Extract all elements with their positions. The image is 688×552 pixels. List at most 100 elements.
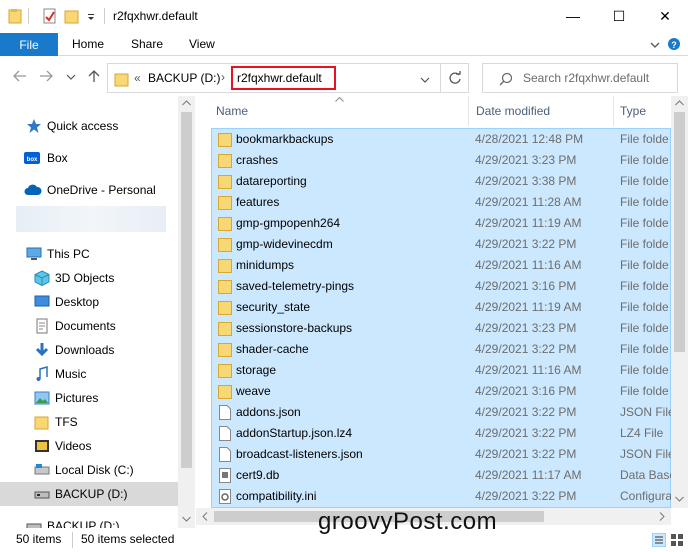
file-name: cert9.db [236, 468, 280, 482]
recent-locations-icon[interactable] [66, 72, 76, 82]
file-row[interactable]: features 4/29/2021 11:28 AM File folde [211, 192, 671, 213]
minimize-icon: — [566, 8, 580, 24]
nav-label: Videos [55, 439, 92, 453]
scroll-down-icon[interactable] [182, 516, 191, 522]
folder-icon [218, 259, 232, 273]
nav-scroll-thumb[interactable] [181, 112, 192, 468]
nav-label: Quick access [47, 119, 119, 133]
file-type: File folde [620, 300, 669, 314]
nav-item-music[interactable]: Music [0, 362, 178, 386]
file-row[interactable]: crashes 4/29/2021 3:23 PM File folde [211, 150, 671, 171]
star-icon [27, 119, 41, 133]
file-row[interactable]: shader-cache 4/29/2021 3:22 PM File folde [211, 339, 671, 360]
breadcrumb-drive[interactable]: BACKUP (D:) [148, 71, 220, 85]
minimize-button[interactable]: — [550, 0, 596, 32]
file-row[interactable]: sessionstore-backups 4/29/2021 3:23 PM Fil… [211, 318, 671, 339]
nav-label: 3D Objects [55, 271, 115, 285]
content-scroll-thumb[interactable] [674, 112, 685, 352]
scroll-left-icon[interactable] [202, 512, 208, 521]
file-row[interactable]: compatibility.ini 4/29/2021 3:22 PM Config… [211, 486, 671, 507]
file-row[interactable]: addons.json 4/29/2021 3:22 PM JSON File [211, 402, 671, 423]
file-type: File folde [620, 342, 669, 356]
nav-item-documents[interactable]: Documents [0, 314, 178, 338]
qat-dropdown-icon[interactable] [86, 8, 96, 24]
nav-item-quick-access[interactable]: Quick access [0, 114, 178, 138]
file-name: broadcast-listeners.json [236, 447, 363, 461]
address-box[interactable]: « BACKUP (D:) › r2fqxhwr.default [107, 63, 441, 93]
folder-icon [8, 9, 22, 24]
scroll-down-icon[interactable] [675, 496, 684, 502]
column-separator[interactable] [613, 96, 614, 126]
nav-scrollbar[interactable] [178, 96, 195, 528]
ribbon-tabs: File Home Share View ? [0, 33, 688, 56]
file-name: features [236, 195, 280, 209]
nav-item-downloads[interactable]: Downloads [0, 338, 178, 362]
nav-item-3d-objects[interactable]: 3D Objects [0, 266, 178, 290]
nav-item-onedrive[interactable]: OneDrive - Personal [0, 178, 178, 202]
chevron-down-icon[interactable] [420, 75, 430, 85]
file-row[interactable]: bookmarkbackups 4/28/2021 12:48 PM File fo… [211, 129, 671, 150]
file-row[interactable]: addonStartup.json.lz4 4/29/2021 3:22 PM LZ… [211, 423, 671, 444]
large-icons-view-icon[interactable] [670, 533, 684, 547]
file-row[interactable]: broadcast-listeners.json 4/29/2021 3:22 P… [211, 444, 671, 465]
file-row[interactable]: gmp-widevinecdm 4/29/2021 3:22 PM File fol… [211, 234, 671, 255]
nav-item-tfs[interactable]: TFS [0, 410, 178, 434]
file-row[interactable]: storage 4/29/2021 11:16 AM File folde [211, 360, 671, 381]
folder-icon [218, 280, 232, 294]
nav-item-pictures[interactable]: Pictures [0, 386, 178, 410]
file-type: File folde [620, 132, 669, 146]
file-row[interactable]: datareporting 4/29/2021 3:38 PM File folde [211, 171, 671, 192]
file-name: crashes [236, 153, 279, 167]
scroll-up-icon[interactable] [182, 100, 191, 106]
chevron-down-icon[interactable] [649, 39, 661, 51]
search-input[interactable]: Search r2fqxhwr.default [482, 63, 678, 93]
column-header-date[interactable]: Date modified [476, 96, 550, 126]
file-row[interactable]: minidumps 4/29/2021 11:16 AM File folde [211, 255, 671, 276]
column-header-type[interactable]: Type [620, 96, 646, 126]
tab-file[interactable]: File [0, 33, 58, 56]
content-scrollbar[interactable] [671, 96, 688, 508]
properties-icon[interactable] [42, 8, 58, 24]
svg-text:?: ? [671, 40, 677, 50]
file-row[interactable]: security_state 4/29/2021 11:19 AM File fol… [211, 297, 671, 318]
breadcrumb-overflow[interactable]: « [134, 71, 141, 85]
file-row[interactable]: cert9.db 4/29/2021 11:17 AM Data Base [211, 465, 671, 486]
scroll-right-icon[interactable] [659, 512, 665, 521]
nav-item-box[interactable]: box Box [0, 146, 178, 170]
up-icon[interactable] [86, 68, 102, 84]
search-placeholder: Search r2fqxhwr.default [523, 71, 650, 85]
nav-item-videos[interactable]: Videos [0, 434, 178, 458]
file-row[interactable]: gmp-gmpopenh264 4/29/2021 11:19 AM File fo… [211, 213, 671, 234]
nav-item-local-disk[interactable]: Local Disk (C:) [0, 458, 178, 482]
cube-icon [34, 270, 50, 286]
status-item-count: 50 items [16, 532, 62, 546]
nav-label: Music [55, 367, 87, 381]
file-type: File folde [620, 363, 669, 377]
nav-item-this-pc[interactable]: This PC [0, 242, 178, 266]
file-row[interactable]: saved-telemetry-pings 4/29/2021 3:16 PM Fi… [211, 276, 671, 297]
column-separator[interactable] [468, 96, 469, 126]
maximize-button[interactable]: ☐ [596, 0, 642, 32]
address-bar-row: « BACKUP (D:) › r2fqxhwr.default Search … [0, 56, 688, 96]
file-date: 4/29/2021 11:17 AM [475, 468, 582, 482]
close-button[interactable]: ✕ [642, 0, 688, 32]
file-type: File folde [620, 195, 669, 209]
refresh-button[interactable] [441, 63, 469, 93]
breadcrumb-current[interactable]: r2fqxhwr.default [237, 71, 322, 85]
back-icon[interactable] [12, 68, 28, 84]
scroll-up-icon[interactable] [675, 100, 684, 106]
new-folder-icon[interactable] [64, 8, 80, 24]
column-header-name[interactable]: Name [216, 96, 248, 126]
details-view-icon[interactable] [652, 533, 666, 547]
nav-item-backup-d[interactable]: BACKUP (D:) [0, 482, 178, 506]
nav-item-backup-d-2[interactable]: BACKUP (D:) [0, 514, 178, 528]
tab-home[interactable]: Home [72, 37, 104, 51]
help-icon[interactable]: ? [667, 37, 681, 51]
maximize-icon: ☐ [612, 7, 626, 24]
file-date: 4/29/2021 3:23 PM [475, 153, 577, 167]
tab-view[interactable]: View [189, 37, 215, 51]
tab-share[interactable]: Share [131, 37, 163, 51]
file-row[interactable]: weave 4/29/2021 3:16 PM File folde [211, 381, 671, 402]
nav-item-desktop[interactable]: Desktop [0, 290, 178, 314]
forward-icon[interactable] [38, 68, 54, 84]
